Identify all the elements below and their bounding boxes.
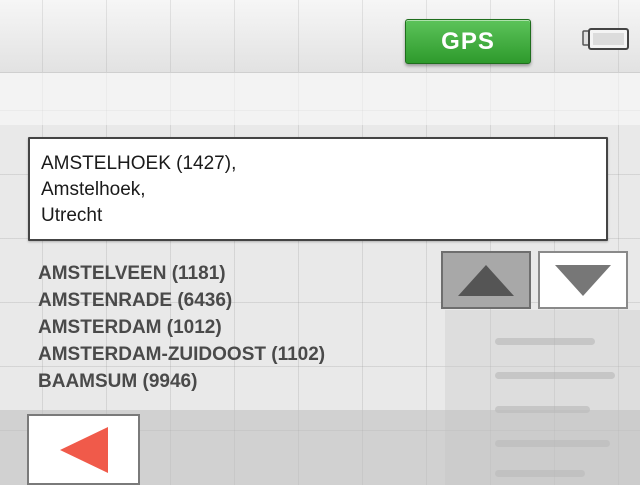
gps-button[interactable]: GPS — [405, 19, 531, 64]
selected-place-line-2: Amstelhoek, — [41, 179, 146, 200]
selected-place-box: AMSTELHOEK (1427), Amstelhoek, Utrecht — [28, 137, 608, 241]
arrow-down-icon — [555, 265, 611, 296]
list-item[interactable]: AMSTERDAM-ZUIDOOST (1102) — [38, 341, 325, 368]
back-button[interactable] — [27, 414, 140, 485]
list-item[interactable]: AMSTELVEEN (1181) — [38, 260, 325, 287]
list-item[interactable]: AMSTERDAM (1012) — [38, 314, 325, 341]
scroll-down-button[interactable] — [538, 251, 628, 309]
top-bar-grid — [0, 0, 640, 72]
results-list: AMSTELVEEN (1181) AMSTENRADE (6436) AMST… — [38, 260, 325, 395]
selected-place-line-3: Utrecht — [41, 205, 103, 226]
list-item[interactable]: BAAMSUM (9946) — [38, 368, 325, 395]
back-arrow-icon — [59, 426, 108, 473]
scroll-up-button[interactable] — [441, 251, 531, 309]
map-band — [0, 73, 640, 125]
battery-icon — [582, 28, 630, 54]
arrow-up-icon — [458, 265, 514, 296]
top-bar — [0, 0, 640, 73]
selected-place-line-1: AMSTELHOEK (1427), — [41, 153, 237, 174]
list-item[interactable]: AMSTENRADE (6436) — [38, 287, 325, 314]
